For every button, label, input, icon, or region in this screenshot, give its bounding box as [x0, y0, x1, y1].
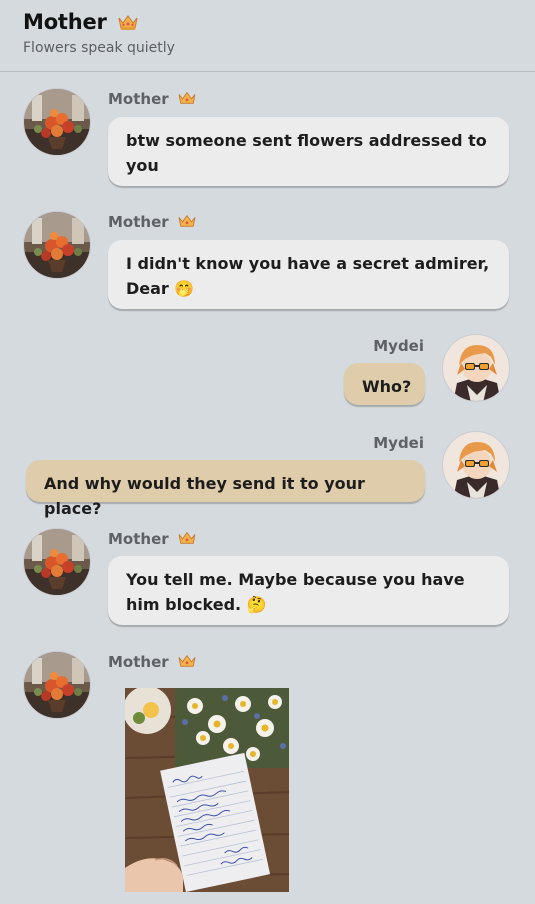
crown-icon [177, 653, 199, 671]
avatar-mother[interactable] [23, 88, 91, 156]
sender-name: Mother [108, 213, 169, 231]
message-bubble[interactable]: I didn't know you have a secret admirer,… [108, 240, 509, 309]
avatar-mother[interactable] [23, 528, 91, 596]
crown-icon [177, 213, 199, 231]
chat-header: Mother Flowers speak quietly [0, 0, 535, 72]
message-bubble[interactable]: Who? [344, 363, 425, 405]
message-bubble[interactable]: And why would they send it to your place… [26, 460, 425, 518]
sender-name: Mother [108, 653, 169, 671]
message-bubble[interactable]: You tell me. Maybe because you have him … [108, 556, 509, 625]
avatar-mother[interactable] [23, 651, 91, 719]
sender-name: Mydei [373, 434, 424, 452]
avatar-mother[interactable] [23, 211, 91, 279]
chat-title: Mother [23, 10, 107, 34]
sender-name: Mother [108, 530, 169, 548]
chat-subtitle: Flowers speak quietly [23, 40, 175, 56]
avatar-mydei[interactable] [442, 431, 510, 499]
avatar-mydei[interactable] [442, 334, 510, 402]
crown-icon [177, 90, 199, 108]
crown-icon [177, 530, 199, 548]
sender-name: Mother [108, 90, 169, 108]
chat-window: Mother Flowers speak quietly Mother btw … [0, 0, 535, 904]
crown-icon [117, 13, 139, 31]
message-photo[interactable] [125, 688, 289, 892]
message-bubble[interactable]: btw someone sent flowers addressed to yo… [108, 117, 509, 186]
sender-name: Mydei [373, 337, 424, 355]
